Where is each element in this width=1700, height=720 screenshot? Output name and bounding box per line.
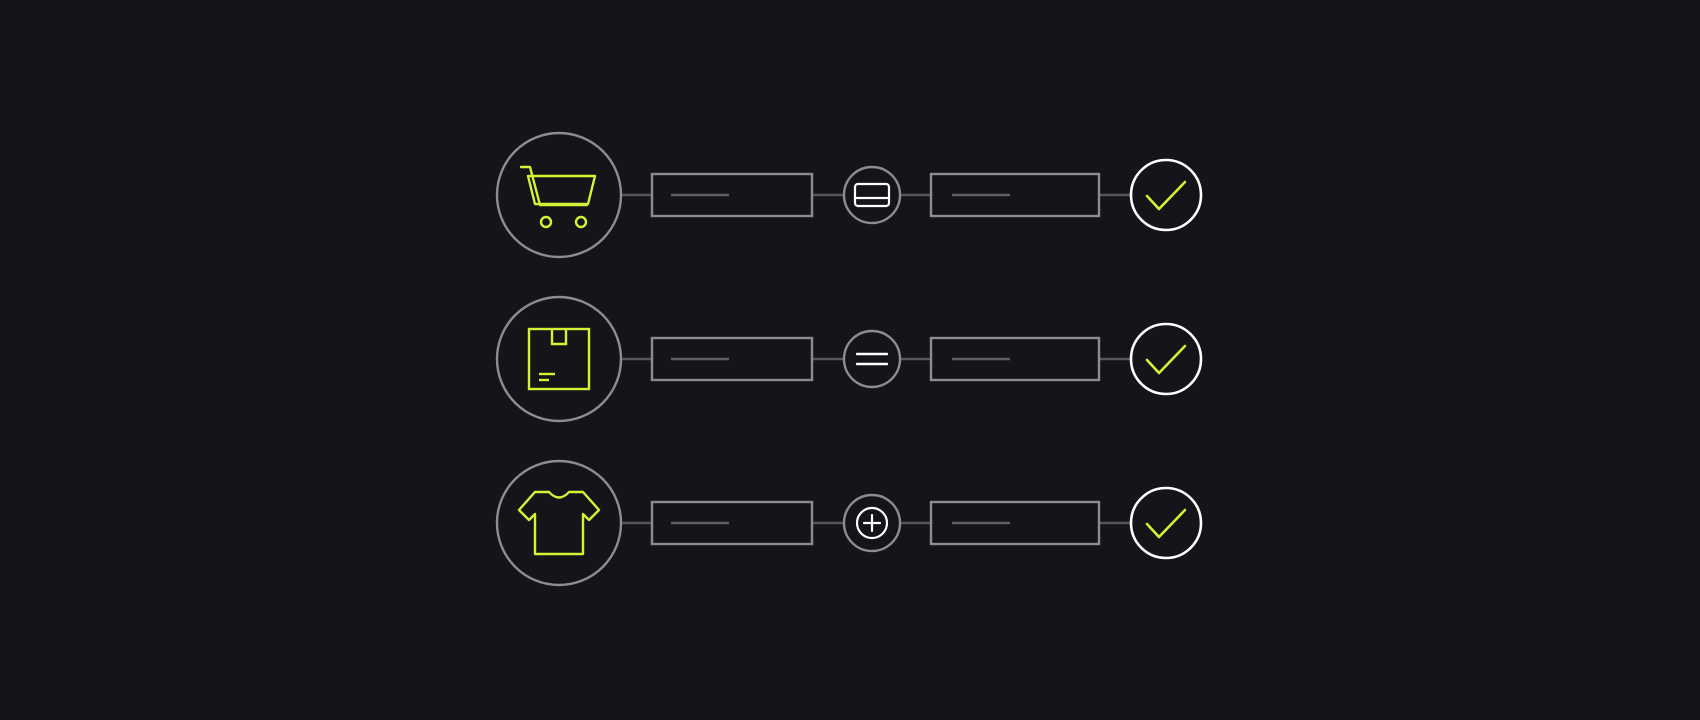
- package-box-icon: [527, 327, 591, 391]
- tshirt-icon: [517, 490, 601, 556]
- equals-icon: [855, 352, 889, 366]
- credit-card-icon: [853, 182, 891, 208]
- plus-circle-icon: [855, 506, 889, 540]
- category-circle: [495, 459, 623, 587]
- flow-diagram: [495, 131, 1203, 587]
- shopping-cart-icon: [519, 165, 597, 229]
- flow-row-package: [495, 295, 1203, 423]
- category-circle: [495, 295, 623, 423]
- action-circle: [842, 329, 902, 389]
- flow-row-cart: [495, 131, 1203, 259]
- action-circle: [842, 165, 902, 225]
- status-circle: [1129, 322, 1203, 396]
- status-circle: [1129, 158, 1203, 232]
- checkmark-icon: [1145, 180, 1187, 211]
- flow-row-apparel: [495, 459, 1203, 587]
- checkmark-icon: [1145, 344, 1187, 375]
- diagram-canvas: [0, 0, 1700, 720]
- category-circle: [495, 131, 623, 259]
- status-circle: [1129, 486, 1203, 560]
- checkmark-icon: [1145, 508, 1187, 539]
